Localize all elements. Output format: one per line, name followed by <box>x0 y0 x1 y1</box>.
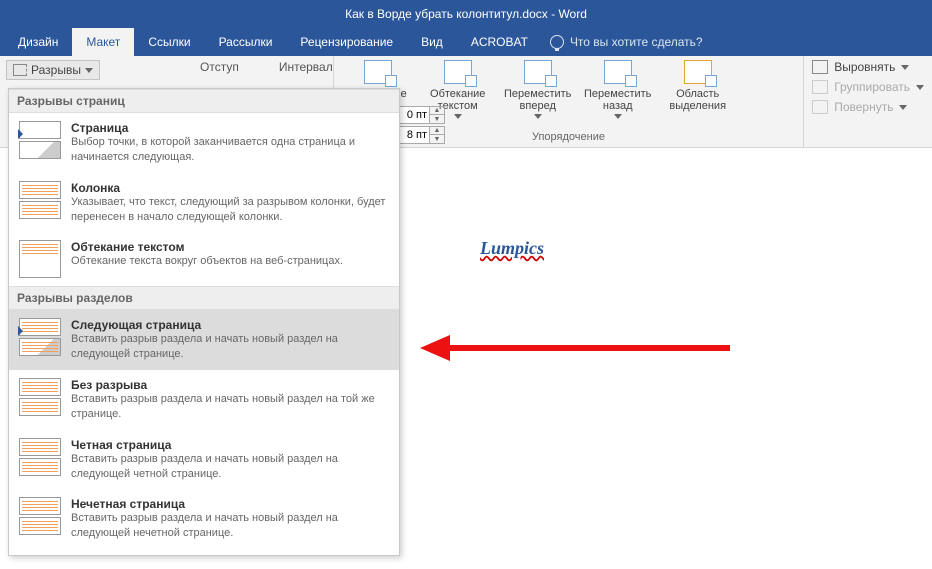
current-marker-icon <box>18 129 24 139</box>
dd-item-page[interactable]: СтраницаВыбор точки, в которой заканчива… <box>9 113 399 173</box>
ribbon-tabs: Дизайн Макет Ссылки Рассылки Рецензирова… <box>0 28 932 56</box>
chevron-down-icon <box>614 114 622 119</box>
spin-up-icon[interactable]: ▲ <box>430 107 444 115</box>
tab-acrobat[interactable]: ACROBAT <box>457 28 542 56</box>
rotate-icon <box>812 100 828 114</box>
dd-item-text-wrap[interactable]: Обтекание текстомОбтекание текста вокруг… <box>9 232 399 286</box>
spin-up-icon[interactable]: ▲ <box>430 127 444 135</box>
wrap-icon <box>444 60 472 84</box>
odd-page-section-icon <box>19 497 61 535</box>
tab-review[interactable]: Рецензирование <box>286 28 407 56</box>
next-page-section-icon <box>19 318 61 356</box>
tab-design[interactable]: Дизайн <box>4 28 72 56</box>
document-text[interactable]: Lumpics <box>480 238 544 258</box>
selection-pane-button[interactable]: Область выделения <box>662 60 734 119</box>
page-break-icon <box>19 121 61 159</box>
chevron-down-icon <box>899 105 907 110</box>
dd-item-next-page[interactable]: Следующая страницаВставить разрыв раздел… <box>9 310 399 370</box>
chevron-down-icon <box>916 85 924 90</box>
chevron-down-icon <box>85 68 93 73</box>
group-button: Группировать <box>812 80 924 94</box>
dd-item-continuous[interactable]: Без разрываВставить разрыв раздела и нач… <box>9 370 399 430</box>
dd-item-odd-page[interactable]: Нечетная страницаВставить разрыв раздела… <box>9 489 399 549</box>
bring-forward-button[interactable]: Переместить вперед <box>502 60 574 119</box>
tab-mailings[interactable]: Рассылки <box>205 28 287 56</box>
tell-me[interactable]: Что вы хотите сделать? <box>550 28 703 56</box>
title-bar: Как в Ворде убрать колонтитул.docx - Wor… <box>0 0 932 28</box>
align-icon <box>812 60 828 74</box>
column-break-icon <box>19 181 61 219</box>
current-marker-icon <box>18 326 24 336</box>
spin-down-icon[interactable]: ▼ <box>430 115 444 123</box>
annotation-arrow-icon <box>420 340 730 358</box>
interval-label: Интервал <box>279 60 333 74</box>
tab-view[interactable]: Вид <box>407 28 457 56</box>
selection-pane-icon <box>684 60 712 84</box>
even-page-section-icon <box>19 438 61 476</box>
tab-references[interactable]: Ссылки <box>134 28 204 56</box>
window-title: Как в Ворде убрать колонтитул.docx - Wor… <box>345 7 587 21</box>
chevron-down-icon <box>534 114 542 119</box>
dd-section-page-breaks: Разрывы страниц <box>9 89 399 113</box>
position-icon <box>364 60 392 84</box>
breaks-dropdown: Разрывы страниц СтраницаВыбор точки, в к… <box>8 88 400 556</box>
dd-section-section-breaks: Разрывы разделов <box>9 286 399 310</box>
backward-icon <box>604 60 632 84</box>
send-backward-button[interactable]: Переместить назад <box>582 60 654 119</box>
group-icon <box>812 80 828 94</box>
rotate-button: Повернуть <box>812 100 924 114</box>
forward-icon <box>524 60 552 84</box>
spin-down-icon[interactable]: ▼ <box>430 135 444 143</box>
dd-item-column[interactable]: КолонкаУказывает, что текст, следующий з… <box>9 173 399 233</box>
breaks-button[interactable]: Разрывы <box>6 60 100 80</box>
breaks-icon <box>13 64 27 76</box>
breaks-label: Разрывы <box>31 63 81 77</box>
align-button[interactable]: Выровнять <box>812 60 924 74</box>
indent-label: Отступ <box>200 60 239 74</box>
lightbulb-icon <box>550 35 564 49</box>
dd-item-even-page[interactable]: Четная страницаВставить разрыв раздела и… <box>9 430 399 490</box>
tab-layout[interactable]: Макет <box>72 28 134 56</box>
continuous-section-icon <box>19 378 61 416</box>
chevron-down-icon <box>454 114 462 119</box>
text-wrap-break-icon <box>19 240 61 278</box>
document-area[interactable]: Lumpics <box>400 148 932 569</box>
tell-me-text: Что вы хотите сделать? <box>570 35 703 49</box>
document-page: Lumpics <box>420 178 912 319</box>
chevron-down-icon <box>901 65 909 70</box>
